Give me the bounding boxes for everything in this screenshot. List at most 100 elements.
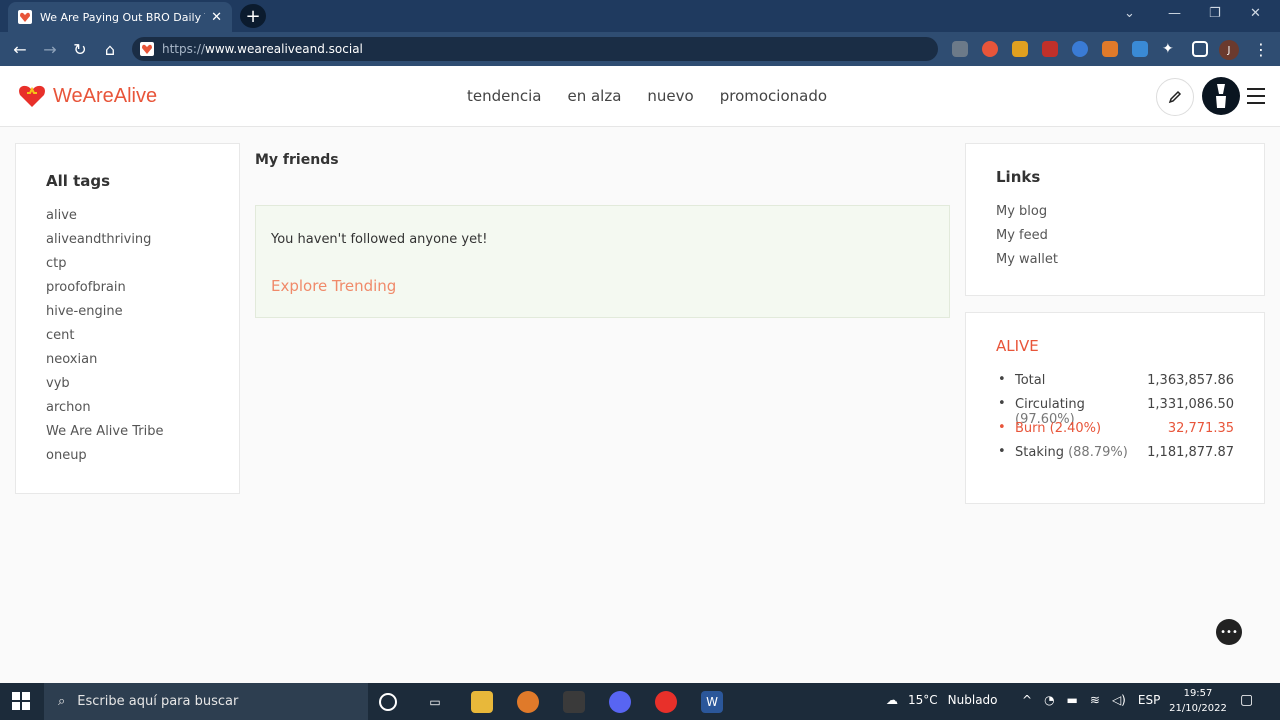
links-card: Links My blog My feed My wallet xyxy=(965,143,1265,296)
extension-icon[interactable] xyxy=(1132,41,1148,57)
stat-label-text: Total xyxy=(1015,373,1046,388)
stat-burn: Burn (2.40%) 32,771.35 xyxy=(996,420,1234,445)
tag-item[interactable]: ctp xyxy=(46,256,209,280)
heart-logo-icon xyxy=(19,85,45,107)
cloud-icon: ☁ xyxy=(886,693,898,707)
nav-promocionado[interactable]: promocionado xyxy=(720,87,827,105)
link-my-wallet[interactable]: My wallet xyxy=(996,252,1234,276)
tag-item[interactable]: aliveandthriving xyxy=(46,232,209,256)
more-vert-icon[interactable]: ⋮ xyxy=(1250,38,1272,60)
cortana-icon[interactable] xyxy=(379,693,397,711)
stat-label: Circulating (97.60%) xyxy=(1015,397,1147,427)
task-view-icon[interactable]: ▭ xyxy=(424,691,446,713)
explore-trending-link[interactable]: Explore Trending xyxy=(271,277,934,295)
tag-item[interactable]: alive xyxy=(46,208,209,232)
side-panel-icon[interactable] xyxy=(1192,41,1208,57)
brave-icon[interactable] xyxy=(517,691,539,713)
tag-item[interactable]: neoxian xyxy=(46,352,209,376)
chat-icon[interactable]: ••• xyxy=(1216,619,1242,645)
taskbar-search-placeholder: Escribe aquí para buscar xyxy=(77,694,239,709)
extension-icon[interactable] xyxy=(1042,41,1058,57)
link-my-blog[interactable]: My blog xyxy=(996,204,1234,228)
site-logo[interactable]: WeAreAlive xyxy=(18,84,157,108)
metamask-icon[interactable] xyxy=(1102,41,1118,57)
chevron-up-icon[interactable]: ^ xyxy=(1022,693,1032,707)
nav-en-alza[interactable]: en alza xyxy=(567,87,621,105)
tab-close-icon[interactable]: ✕ xyxy=(211,10,222,25)
windows-taskbar: ⌕ Escribe aquí para buscar ▭ W ☁ 15°C Nu… xyxy=(0,683,1280,720)
tag-item[interactable]: vyb xyxy=(46,376,209,400)
browser-tab[interactable]: We Are Paying Out BRO Daily To ✕ xyxy=(8,2,232,32)
link-my-feed[interactable]: My feed xyxy=(996,228,1234,252)
restore-icon[interactable]: ❐ xyxy=(1209,6,1221,21)
new-tab-button[interactable]: + xyxy=(240,4,266,28)
minimize-icon[interactable]: — xyxy=(1168,6,1181,21)
clock-time: 19:57 xyxy=(1183,688,1213,699)
site-header: WeAreAlive tendencia en alza nuevo promo… xyxy=(0,66,1280,127)
word-icon[interactable]: W xyxy=(701,691,723,713)
chrome-icon[interactable] xyxy=(655,691,677,713)
all-tags-card: All tags alive aliveandthriving ctp proo… xyxy=(15,143,240,494)
volume-icon[interactable]: ◁) xyxy=(1112,693,1126,707)
friends-title: My friends xyxy=(255,152,339,168)
clock-date: 21/10/2022 xyxy=(1169,703,1227,714)
nav-nuevo[interactable]: nuevo xyxy=(647,87,693,105)
forward-icon[interactable]: → xyxy=(39,38,61,60)
tag-item[interactable]: We Are Alive Tribe xyxy=(46,424,209,448)
back-icon[interactable]: ← xyxy=(9,38,31,60)
extension-icon[interactable] xyxy=(952,41,968,57)
window-close-icon[interactable]: ✕ xyxy=(1250,6,1261,21)
nav-tendencia[interactable]: tendencia xyxy=(467,87,541,105)
profile-avatar[interactable]: J xyxy=(1219,40,1239,60)
tag-item[interactable]: cent xyxy=(46,328,209,352)
tag-item[interactable]: proofofbrain xyxy=(46,280,209,304)
battery-icon[interactable]: ▬ xyxy=(1067,693,1078,707)
stat-percent: (88.79%) xyxy=(1068,445,1128,460)
address-bar[interactable]: https://www.wearealiveand.social xyxy=(132,37,938,61)
compose-button[interactable] xyxy=(1156,78,1194,116)
url-text: https://www.wearealiveand.social xyxy=(162,42,363,56)
tag-item[interactable]: archon xyxy=(46,400,209,424)
weather-widget[interactable]: ☁ 15°C Nublado xyxy=(886,693,998,707)
wifi-icon[interactable]: ≋ xyxy=(1090,693,1100,707)
home-icon[interactable]: ⌂ xyxy=(99,38,121,60)
network-icon[interactable]: ◔ xyxy=(1044,693,1054,707)
reload-icon[interactable]: ↻ xyxy=(69,38,91,60)
hamburger-menu-icon[interactable] xyxy=(1247,88,1265,104)
url-protocol: https:// xyxy=(162,42,206,56)
stat-value: 32,771.35 xyxy=(1167,421,1234,436)
windows-start-icon[interactable] xyxy=(12,692,30,710)
system-tray: ^ ◔ ▬ ≋ ◁) ESP xyxy=(1022,693,1160,707)
extension-icon[interactable] xyxy=(1072,41,1088,57)
clock[interactable]: 19:57 21/10/2022 xyxy=(1168,686,1228,716)
browser-tab-bar: We Are Paying Out BRO Daily To ✕ + ⌄ — ❐… xyxy=(0,0,1280,32)
chevron-down-icon[interactable]: ⌄ xyxy=(1124,6,1135,21)
puzzle-icon[interactable]: ✦ xyxy=(1162,41,1178,57)
taskbar-search[interactable]: ⌕ Escribe aquí para buscar xyxy=(44,683,368,720)
user-avatar[interactable] xyxy=(1202,77,1240,115)
browser-toolbar: ← → ↻ ⌂ https://www.wearealiveand.social… xyxy=(0,32,1280,66)
notification-icon[interactable]: ▢ xyxy=(1240,692,1253,708)
stat-percent: (2.40%) xyxy=(1049,421,1102,436)
empty-feed-notice: You haven't followed anyone yet! Explore… xyxy=(255,205,950,318)
tags-list: alive aliveandthriving ctp proofofbrain … xyxy=(46,208,209,472)
weather-text: Nublado xyxy=(947,693,998,707)
file-explorer-icon[interactable] xyxy=(471,691,493,713)
stat-label-text: Circulating xyxy=(1015,397,1085,412)
temperature: 15°C xyxy=(908,693,938,707)
terminal-icon[interactable] xyxy=(563,691,585,713)
discord-icon[interactable] xyxy=(609,691,631,713)
stat-circulating: Circulating (97.60%) 1,331,086.50 xyxy=(996,396,1234,427)
alive-title: ALIVE xyxy=(996,337,1039,355)
main-nav: tendencia en alza nuevo promocionado xyxy=(467,87,827,105)
extension-icon[interactable] xyxy=(982,41,998,57)
stat-value: 1,363,857.86 xyxy=(1147,373,1234,388)
language-indicator[interactable]: ESP xyxy=(1138,693,1160,707)
stat-value: 1,181,877.87 xyxy=(1147,445,1234,460)
stat-label-text: Burn xyxy=(1015,421,1046,436)
tag-item[interactable]: oneup xyxy=(46,448,209,472)
extension-icon[interactable] xyxy=(1012,41,1028,57)
tag-item[interactable]: hive-engine xyxy=(46,304,209,328)
url-host: www.wearealiveand.social xyxy=(205,42,363,56)
stat-staking: Staking (88.79%) 1,181,877.87 xyxy=(996,444,1234,469)
